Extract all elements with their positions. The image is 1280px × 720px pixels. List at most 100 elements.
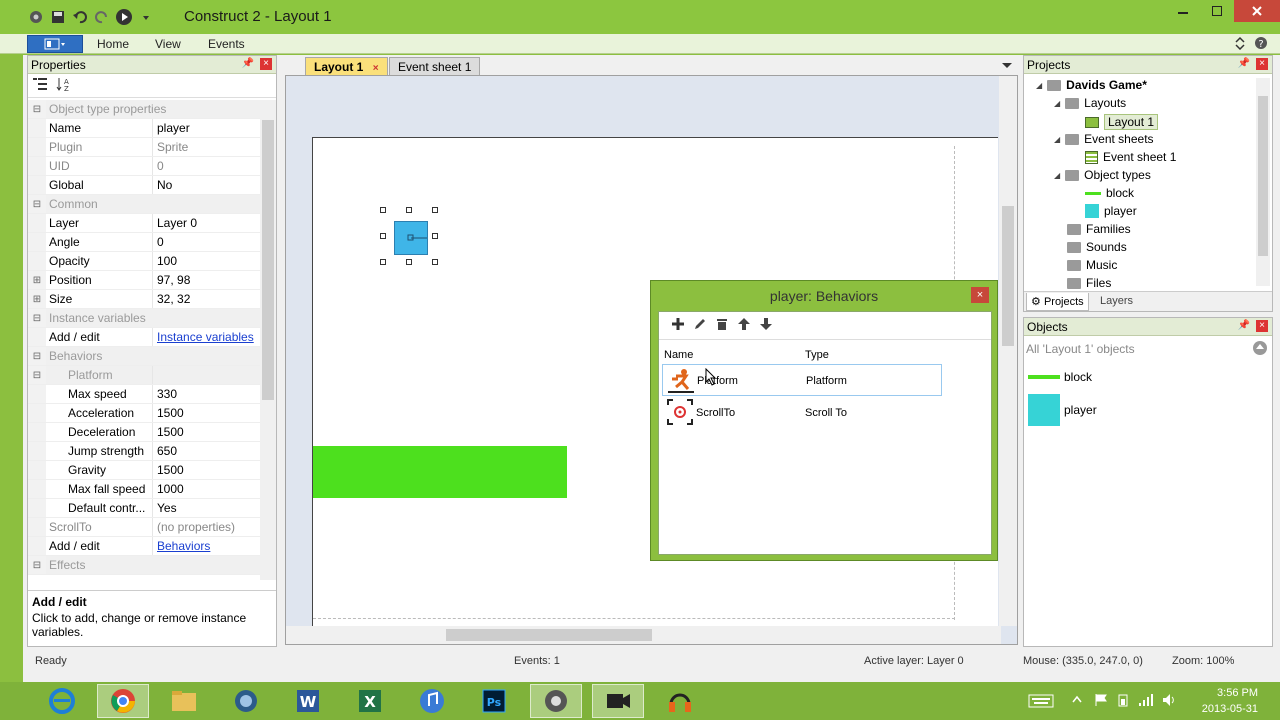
property-row[interactable]: ⊞ Position 97, 98 xyxy=(28,271,262,290)
scroll-thumb[interactable] xyxy=(446,629,652,641)
property-value-cell[interactable]: 97, 98 xyxy=(153,271,262,289)
property-value-cell[interactable]: No xyxy=(153,176,262,194)
run-layout-icon[interactable] xyxy=(114,7,134,27)
property-value-cell[interactable]: Behaviors xyxy=(153,537,262,555)
tree-item[interactable]: ◢ Layouts xyxy=(1054,96,1126,110)
file-explorer-icon[interactable] xyxy=(158,684,210,718)
property-category[interactable]: ⊟ Effects xyxy=(28,556,262,575)
internet-explorer-icon[interactable] xyxy=(36,684,88,718)
itunes-icon[interactable] xyxy=(406,684,458,718)
edit-behavior-icon[interactable] xyxy=(693,317,707,334)
chrome-icon[interactable] xyxy=(97,684,149,718)
property-row[interactable]: Layer Layer 0 xyxy=(28,214,262,233)
property-value-cell[interactable]: 0 xyxy=(153,233,262,251)
network-app-icon[interactable] xyxy=(220,684,272,718)
tree-item[interactable]: Layout 1 xyxy=(1072,114,1159,130)
pin-icon[interactable]: 📌 xyxy=(242,58,254,69)
property-row[interactable]: Opacity 100 xyxy=(28,252,262,271)
undo-icon[interactable] xyxy=(70,7,90,27)
property-row[interactable]: Name player xyxy=(28,119,262,138)
close-tab-icon[interactable]: × xyxy=(373,63,379,74)
property-row[interactable]: UID 0 xyxy=(28,157,262,176)
property-value-cell[interactable]: 1500 xyxy=(153,461,262,479)
move-up-icon[interactable] xyxy=(737,317,751,334)
redo-icon[interactable] xyxy=(92,7,112,27)
tree-item[interactable]: ◢ Davids Game* xyxy=(1036,78,1147,92)
object-item-player[interactable]: player xyxy=(1028,394,1097,426)
property-category[interactable]: ⊟ Behaviors xyxy=(28,347,262,366)
ribbon-tab-events[interactable]: Events xyxy=(208,37,245,51)
expand-arrow-icon[interactable]: ◢ xyxy=(1054,99,1060,108)
property-value-cell[interactable]: 1000 xyxy=(153,480,262,498)
property-row[interactable]: Add / edit Instance variables xyxy=(28,328,262,347)
object-item-block[interactable]: block xyxy=(1028,370,1092,384)
property-subcategory[interactable]: ⊟ Platform xyxy=(28,366,262,385)
behavior-row-platform[interactable]: Platform Platform xyxy=(662,364,942,396)
tree-item[interactable]: Families xyxy=(1054,222,1131,236)
help-icon[interactable]: ? xyxy=(1254,36,1268,53)
keyboard-icon[interactable] xyxy=(1028,694,1054,711)
property-value-cell[interactable]: (no properties) xyxy=(153,518,262,536)
player-sprite[interactable] xyxy=(394,221,428,255)
resize-handle[interactable] xyxy=(432,259,438,265)
categorized-icon[interactable] xyxy=(32,76,48,95)
property-value-cell[interactable]: Instance variables xyxy=(153,328,262,346)
property-row[interactable]: ScrollTo (no properties) xyxy=(28,518,262,537)
property-value-cell[interactable]: Layer 0 xyxy=(153,214,262,232)
delete-behavior-icon[interactable] xyxy=(715,317,729,334)
property-row[interactable]: ⊞ Size 32, 32 xyxy=(28,290,262,309)
scroll-thumb[interactable] xyxy=(262,120,274,400)
behavior-row-scrollto[interactable]: ScrollTo Scroll To xyxy=(662,397,942,429)
add-behavior-icon[interactable] xyxy=(671,317,685,334)
tree-item[interactable]: player xyxy=(1072,204,1137,218)
tree-item[interactable]: Sounds xyxy=(1054,240,1127,254)
objects-up-icon[interactable] xyxy=(1252,340,1268,359)
tab-layers[interactable]: Layers xyxy=(1100,295,1133,307)
property-link[interactable]: Behaviors xyxy=(157,539,210,553)
tab-layout-1[interactable]: Layout 1 × xyxy=(305,57,388,75)
dialog-close-button[interactable]: × xyxy=(971,287,989,303)
tree-item[interactable]: ◢ Object types xyxy=(1054,168,1151,182)
resize-handle[interactable] xyxy=(406,259,412,265)
pin-icon[interactable]: 📌 xyxy=(1238,320,1250,331)
property-row[interactable]: Add / edit Behaviors xyxy=(28,537,262,556)
property-category[interactable]: ⊟ Common xyxy=(28,195,262,214)
property-value-cell[interactable]: Yes xyxy=(153,499,262,517)
property-row[interactable]: Plugin Sprite xyxy=(28,138,262,157)
editor-horizontal-scrollbar[interactable] xyxy=(286,626,1001,644)
properties-scrollbar[interactable] xyxy=(260,100,276,580)
property-value-cell[interactable]: Sprite xyxy=(153,138,262,156)
construct2-icon[interactable] xyxy=(530,684,582,718)
property-row[interactable]: Default contr... Yes xyxy=(28,499,262,518)
ribbon-tab-view[interactable]: View xyxy=(155,37,181,51)
property-value-cell[interactable]: 1500 xyxy=(153,423,262,441)
collapse-ribbon-icon[interactable] xyxy=(1234,36,1246,53)
close-button[interactable] xyxy=(1234,0,1280,22)
tab-event-sheet-1[interactable]: Event sheet 1 xyxy=(389,57,481,75)
property-row[interactable]: Deceleration 1500 xyxy=(28,423,262,442)
close-panel-icon[interactable]: × xyxy=(1256,58,1268,70)
headphones-app-icon[interactable] xyxy=(654,684,706,718)
volume-icon[interactable] xyxy=(1162,693,1178,710)
close-panel-icon[interactable]: × xyxy=(260,58,272,70)
scroll-thumb[interactable] xyxy=(1002,206,1014,346)
tree-item[interactable]: ◢ Event sheets xyxy=(1054,132,1154,146)
customize-dropdown-icon[interactable] xyxy=(136,7,156,27)
flag-icon[interactable] xyxy=(1094,693,1108,710)
minimize-button[interactable] xyxy=(1166,0,1200,22)
tab-list-dropdown-icon[interactable] xyxy=(1002,59,1012,73)
property-row[interactable]: Gravity 1500 xyxy=(28,461,262,480)
block-sprite[interactable] xyxy=(313,446,567,498)
resize-handle[interactable] xyxy=(432,207,438,213)
network-icon[interactable] xyxy=(1138,693,1154,710)
property-row[interactable]: Max fall speed 1000 xyxy=(28,480,262,499)
property-value-cell[interactable]: player xyxy=(153,119,262,137)
system-clock[interactable]: 3:56 PM 2013-05-31 xyxy=(1202,685,1258,717)
expand-arrow-icon[interactable]: ◢ xyxy=(1036,81,1042,90)
save-icon[interactable] xyxy=(48,7,68,27)
property-value-cell[interactable]: 1500 xyxy=(153,404,262,422)
property-row[interactable]: Jump strength 650 xyxy=(28,442,262,461)
excel-icon[interactable]: X xyxy=(344,684,396,718)
tree-item[interactable]: Music xyxy=(1054,258,1117,272)
property-category[interactable]: ⊟ Object type properties xyxy=(28,100,262,119)
